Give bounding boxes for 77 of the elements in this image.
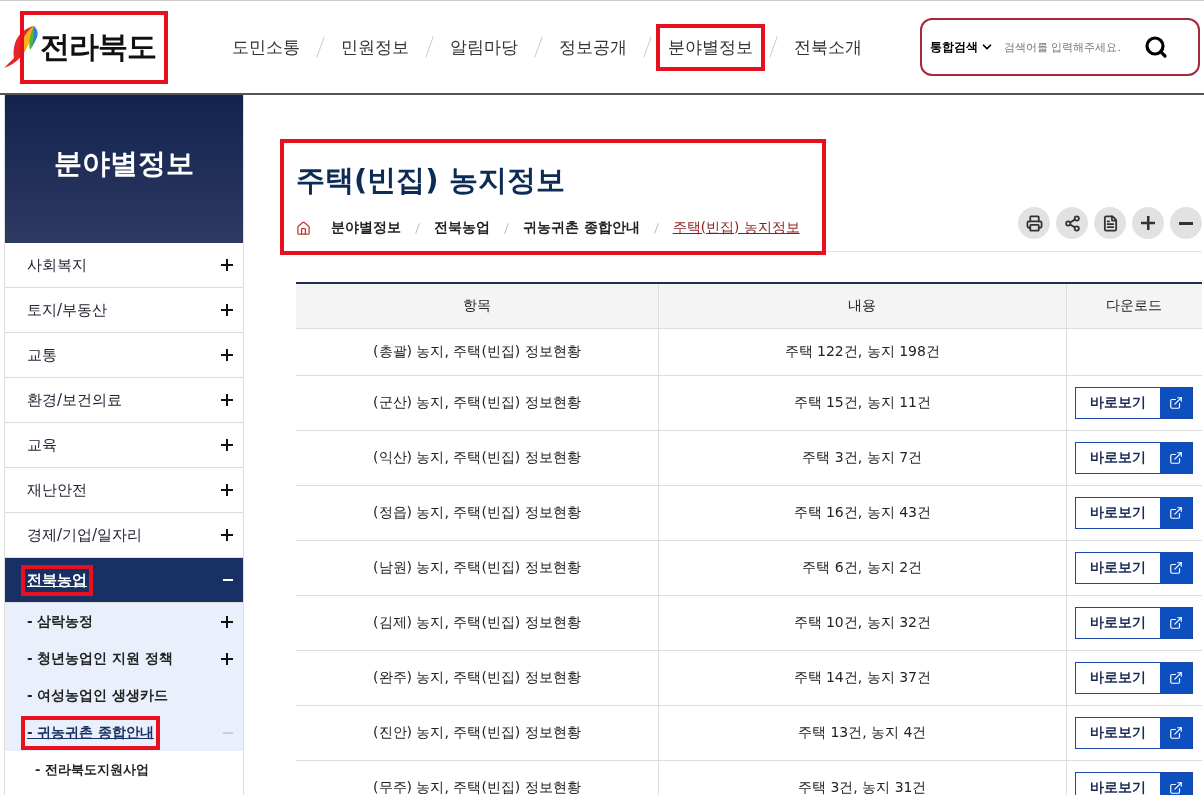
view-button[interactable]: 바로보기 xyxy=(1075,772,1194,795)
home-icon[interactable] xyxy=(296,220,311,236)
sidebar-subitem-label: - 삼락농정 xyxy=(26,611,95,631)
table-cell: 주택 3건, 농지 7건 xyxy=(658,430,1067,486)
search-button[interactable] xyxy=(1144,35,1168,59)
table-cell: (정읍) 농지, 주택(빈집) 정보현황 xyxy=(296,485,659,541)
table-cell: 주택 15건, 농지 11건 xyxy=(658,375,1067,431)
document-button[interactable] xyxy=(1094,207,1126,239)
view-button[interactable]: 바로보기 xyxy=(1075,607,1194,639)
nav-link[interactable]: 도민소통 xyxy=(224,27,308,67)
column-header: 내용 xyxy=(658,283,1067,329)
breadcrumb-link[interactable]: 주택(빈집) 농지정보 xyxy=(672,219,800,237)
sidebar-item-label: 교육 xyxy=(26,434,58,456)
zoom-out-button[interactable] xyxy=(1170,207,1202,239)
new-window-icon xyxy=(1169,506,1184,520)
search-icon xyxy=(1144,35,1168,59)
sidebar-item[interactable]: 전북농업 xyxy=(5,558,243,603)
zoom-out-icon xyxy=(1179,221,1193,225)
table-cell: (진안) 농지, 주택(빈집) 정보현황 xyxy=(296,705,659,761)
search-field[interactable]: 통합검색 검색어를 입력해주세요. xyxy=(920,18,1200,76)
print-button[interactable] xyxy=(1018,207,1050,239)
table-cell: 주택 16건, 농지 43건 xyxy=(658,485,1067,541)
sidebar-subsubitem[interactable]: - 전라북도지원사업 xyxy=(5,751,243,789)
table-cell: (완주) 농지, 주택(빈집) 정보현황 xyxy=(296,650,659,706)
view-button[interactable]: 바로보기 xyxy=(1075,717,1194,749)
table-cell: 주택 6건, 농지 2건 xyxy=(658,540,1067,596)
new-window-icon xyxy=(1169,616,1184,630)
table-cell: (군산) 농지, 주택(빈집) 정보현황 xyxy=(296,375,659,431)
table-cell: (남원) 농지, 주택(빈집) 정보현황 xyxy=(296,540,659,596)
table-cell: 주택 13건, 농지 4건 xyxy=(658,705,1067,761)
new-window-icon xyxy=(1169,726,1184,740)
print-icon xyxy=(1025,214,1043,232)
breadcrumb-link[interactable]: 귀농귀촌 종합안내 xyxy=(523,219,640,237)
view-button[interactable]: 바로보기 xyxy=(1075,497,1194,529)
page-title: 주택(빈집) 농지정보 xyxy=(296,162,566,199)
table-cell: (총괄) 농지, 주택(빈집) 정보현황 xyxy=(296,328,659,376)
sidebar-title: 분야별정보 xyxy=(54,146,194,182)
zoom-in-button[interactable] xyxy=(1132,207,1164,239)
new-window-icon xyxy=(1169,396,1184,410)
view-button[interactable]: 바로보기 xyxy=(1075,387,1194,419)
view-button[interactable]: 바로보기 xyxy=(1075,552,1194,584)
sidebar-subitem-label: - 청년농업인 지원 정책 xyxy=(26,648,174,668)
table-cell: 주택 14건, 농지 37건 xyxy=(658,650,1067,706)
share-icon xyxy=(1063,214,1081,232)
breadcrumb-link[interactable]: 전북농업 xyxy=(434,219,490,237)
nav-link[interactable]: 민원정보 xyxy=(333,27,417,67)
sidebar-item-label: 재난안전 xyxy=(26,479,88,501)
sidebar-subitem[interactable]: - 삼락농정 xyxy=(5,603,243,640)
view-button[interactable]: 바로보기 xyxy=(1075,442,1194,474)
nav-link[interactable]: 전북소개 xyxy=(786,27,870,67)
table-cell: (김제) 농지, 주택(빈집) 정보현황 xyxy=(296,595,659,651)
sidebar-item-label: 사회복지 xyxy=(26,254,88,276)
breadcrumb-link[interactable]: 분야별정보 xyxy=(331,219,401,237)
table-cell: 주택 122건, 농지 198건 xyxy=(658,328,1067,376)
new-window-icon xyxy=(1169,671,1184,685)
sidebar-item-label: 토지/부동산 xyxy=(26,299,109,321)
table-cell: (익산) 농지, 주택(빈집) 정보현황 xyxy=(296,430,659,486)
view-button[interactable]: 바로보기 xyxy=(1075,662,1194,694)
new-window-icon xyxy=(1169,561,1184,575)
sidebar-subitem-label: - 여성농업인 생생카드 xyxy=(26,685,169,705)
new-window-icon xyxy=(1169,781,1184,795)
sidebar-subitem[interactable]: - 귀농귀촌 종합안내 xyxy=(5,714,243,751)
table-cell: 주택 10건, 농지 32건 xyxy=(658,595,1067,651)
sidebar-item-label: 경제/기업/일자리 xyxy=(26,524,144,546)
sidebar-item-label: 교통 xyxy=(26,344,58,366)
sidebar-subitem[interactable]: - 청년농업인 지원 정책 xyxy=(5,640,243,677)
search-scope-dropdown[interactable]: 통합검색 xyxy=(930,38,994,56)
column-header: 다운로드 xyxy=(1066,283,1202,329)
zoom-in-icon xyxy=(1141,216,1155,230)
sidebar-subitem[interactable]: - 여성농업인 생생카드 xyxy=(5,677,243,714)
share-button[interactable] xyxy=(1056,207,1088,239)
nav-link[interactable]: 알림마당 xyxy=(442,27,526,67)
sidebar-item-label: 환경/보건의료 xyxy=(26,389,124,411)
column-header: 항목 xyxy=(296,283,659,329)
nav-link[interactable]: 정보공개 xyxy=(551,27,635,67)
new-window-icon xyxy=(1169,451,1184,465)
document-icon xyxy=(1101,214,1119,232)
